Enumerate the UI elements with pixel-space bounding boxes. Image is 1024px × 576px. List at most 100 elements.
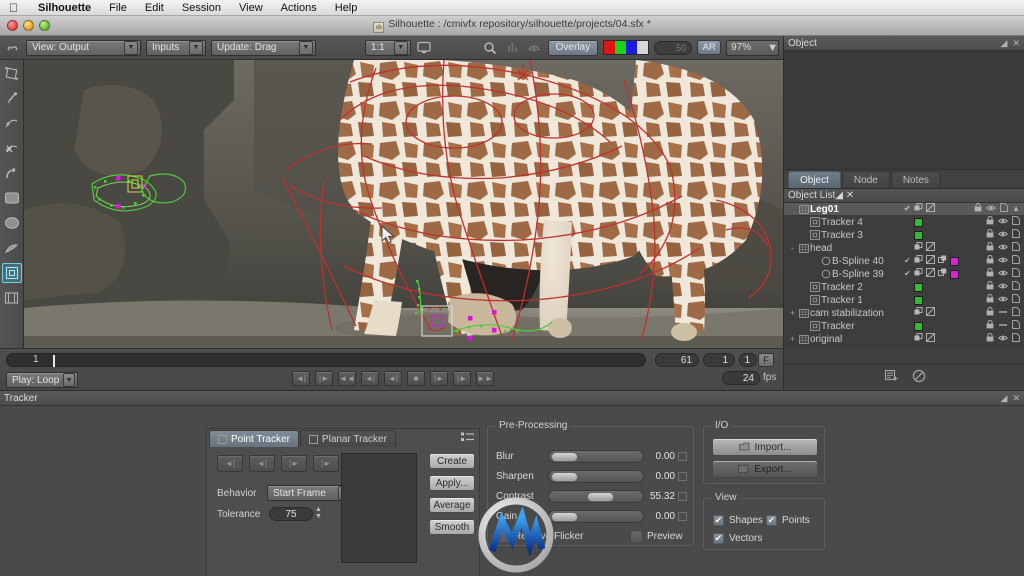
- previous-frame-button[interactable]: ◄|: [361, 371, 379, 386]
- row-lock-icon[interactable]: [974, 202, 982, 215]
- remove-point-tool-icon[interactable]: [2, 138, 22, 158]
- update-mode-combo[interactable]: Update: Drag ▼: [211, 39, 316, 56]
- menu-item-edit[interactable]: Edit: [136, 0, 173, 16]
- tolerance-field[interactable]: 75: [269, 507, 313, 521]
- scroll-up-icon[interactable]: ▲: [1012, 205, 1020, 213]
- row-color-swatch[interactable]: [914, 217, 923, 227]
- tracker-preview-box[interactable]: [341, 453, 417, 563]
- row-expand-toggle[interactable]: -: [788, 243, 797, 253]
- transform-tool-icon[interactable]: [2, 63, 22, 83]
- timeline-scrubber[interactable]: 1: [6, 353, 646, 367]
- overlay-button[interactable]: Overlay: [547, 39, 599, 56]
- stepper-up-icon[interactable]: ▲: [315, 506, 322, 513]
- row-visibility-icon[interactable]: [998, 243, 1008, 254]
- row-page-icon[interactable]: [1012, 268, 1020, 280]
- opacity-field[interactable]: 50: [654, 40, 693, 55]
- tracker-tool-icon[interactable]: [1, 263, 22, 283]
- average-button[interactable]: Average: [429, 497, 475, 513]
- aspect-ratio-button[interactable]: AR: [697, 40, 722, 55]
- gain-keyframe-icon[interactable]: [678, 511, 687, 521]
- row-lock-icon[interactable]: [986, 306, 994, 319]
- row-color-swatch[interactable]: [949, 256, 959, 266]
- object-list-row[interactable]: B-Spline 40 ✔: [784, 254, 1024, 268]
- row-enabled-check-icon[interactable]: ✔: [904, 257, 911, 265]
- stop-button[interactable]: ■: [407, 371, 425, 386]
- close-icon[interactable]: ✕: [1012, 38, 1020, 49]
- row-color-swatch[interactable]: [914, 295, 923, 305]
- export-button[interactable]: Export...: [712, 460, 818, 478]
- view-output-combo[interactable]: View: Output ▼: [26, 39, 141, 56]
- ellipse-tool-icon[interactable]: [2, 213, 22, 233]
- row-visibility-icon[interactable]: [998, 295, 1008, 306]
- row-mask-icon[interactable]: [926, 333, 935, 345]
- image-viewer[interactable]: [24, 60, 783, 348]
- row-page-icon[interactable]: [1000, 203, 1008, 215]
- stepper-down-icon[interactable]: ▼: [315, 513, 322, 520]
- blur-slider[interactable]: [548, 449, 644, 463]
- object-list-row[interactable]: + original: [784, 332, 1024, 346]
- set-in-point-button[interactable]: ◄|: [292, 371, 310, 386]
- row-page-icon[interactable]: [1012, 281, 1020, 293]
- object-list-row[interactable]: Leg01 ✔ ▲: [784, 202, 1024, 216]
- row-color-swatch[interactable]: [949, 269, 959, 279]
- remove-flicker-checkbox[interactable]: [498, 531, 509, 542]
- fps-field[interactable]: 24: [722, 371, 760, 385]
- row-page-icon[interactable]: [1012, 242, 1020, 254]
- smooth-button[interactable]: Smooth: [429, 519, 475, 535]
- row-mask-icon[interactable]: [925, 203, 935, 215]
- row-link-icon[interactable]: [937, 255, 947, 267]
- row-visibility-icon[interactable]: [998, 308, 1008, 319]
- frame-mode-button[interactable]: F: [758, 353, 774, 367]
- row-lock-icon[interactable]: [986, 267, 994, 280]
- shapes-checkbox[interactable]: ✔: [713, 515, 724, 526]
- row-lock-icon[interactable]: [986, 319, 994, 332]
- rectangle-tool-icon[interactable]: [2, 188, 22, 208]
- contrast-value[interactable]: 55.32: [644, 491, 678, 502]
- row-enabled-check-icon[interactable]: ✔: [904, 270, 911, 278]
- set-out-point-button[interactable]: |►: [315, 371, 333, 386]
- float-panel-icon[interactable]: ◢: [1001, 38, 1008, 49]
- import-button[interactable]: Import...: [712, 438, 818, 456]
- row-enabled-check-icon[interactable]: ✔: [904, 205, 911, 213]
- menu-item-session[interactable]: Session: [173, 0, 230, 16]
- row-visibility-icon[interactable]: [998, 230, 1008, 241]
- contrast-keyframe-icon[interactable]: [678, 491, 687, 501]
- row-expand-toggle[interactable]: +: [788, 308, 797, 318]
- row-color-swatch[interactable]: [914, 230, 923, 240]
- menu-item-file[interactable]: File: [100, 0, 136, 16]
- close-icon[interactable]: ✕: [846, 190, 854, 201]
- histogram-icon[interactable]: [504, 39, 521, 56]
- row-visibility-icon[interactable]: [998, 334, 1008, 345]
- zoom-level-combo[interactable]: 97% ▼: [726, 39, 779, 56]
- object-list-row[interactable]: Tracker 1: [784, 293, 1024, 307]
- gain-slider-knob[interactable]: [551, 511, 578, 522]
- row-lock-icon[interactable]: [986, 280, 994, 293]
- go-to-start-button[interactable]: ◄◄: [338, 371, 356, 386]
- sharpen-slider[interactable]: [548, 469, 644, 483]
- pixel-ratio-combo[interactable]: 1:1 ▼: [364, 39, 411, 56]
- object-list-row[interactable]: - head: [784, 241, 1024, 255]
- track-forward-button[interactable]: |►: [281, 455, 307, 472]
- tab-planar-tracker[interactable]: Planar Tracker: [299, 430, 396, 447]
- menu-item-silhouette[interactable]: Silhouette: [29, 0, 100, 16]
- row-visibility-icon[interactable]: [998, 256, 1008, 267]
- object-list[interactable]: Leg01 ✔ ▲ Tracker 4 Tracker 3 - head B-Spline 4…: [784, 202, 1024, 346]
- object-list-row[interactable]: Tracker 4: [784, 215, 1024, 229]
- object-list-row[interactable]: + cam stabilization: [784, 306, 1024, 320]
- blur-keyframe-icon[interactable]: [678, 451, 687, 461]
- row-page-icon[interactable]: [1012, 294, 1020, 306]
- sharpen-keyframe-icon[interactable]: [678, 471, 687, 481]
- tab-object[interactable]: Object: [788, 171, 841, 188]
- sharpen-slider-knob[interactable]: [551, 471, 578, 482]
- row-visibility-icon[interactable]: [998, 269, 1008, 280]
- play-reverse-button[interactable]: ◄|: [384, 371, 402, 386]
- row-lock-icon[interactable]: [986, 241, 994, 254]
- row-link-icon[interactable]: [937, 268, 947, 280]
- row-duplicate-icon[interactable]: [914, 242, 923, 254]
- object-list-row[interactable]: B-Spline 39 ✔: [784, 267, 1024, 281]
- viewer-canvas[interactable]: [24, 60, 783, 348]
- inputs-combo[interactable]: Inputs ▼: [146, 39, 206, 56]
- object-list-row[interactable]: Tracker 2: [784, 280, 1024, 294]
- float-panel-icon[interactable]: ◢: [835, 190, 843, 201]
- playhead-marker[interactable]: [53, 355, 55, 367]
